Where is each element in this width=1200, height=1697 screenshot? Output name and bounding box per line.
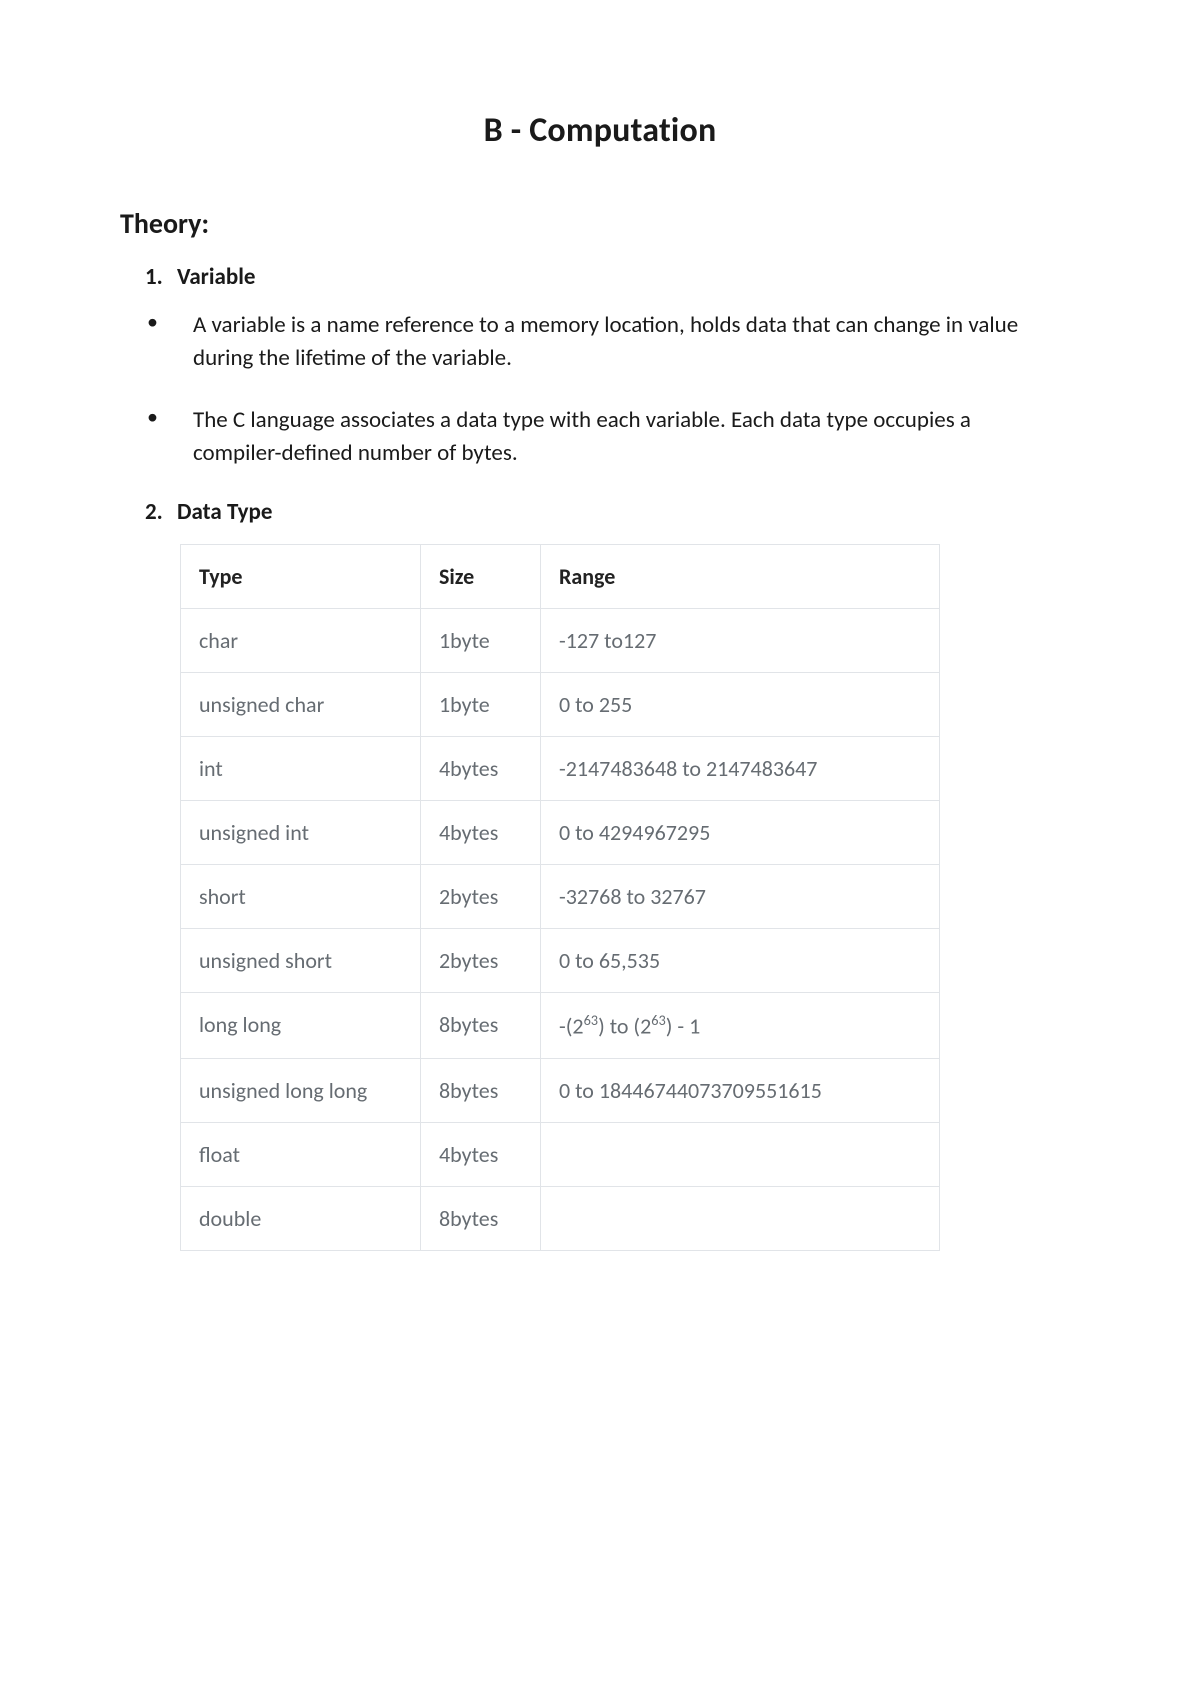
table-header-row: Type Size Range [181,545,940,609]
cell-range [541,1122,940,1186]
cell-type: float [181,1122,421,1186]
table-row: unsigned char1byte0 to 255 [181,673,940,737]
table-row: char1byte-127 to127 [181,609,940,673]
header-type: Type [181,545,421,609]
cell-type: unsigned int [181,801,421,865]
bullet-icon: • [145,309,193,335]
data-type-table-wrap: Type Size Range char1byte-127 to127unsig… [180,544,940,1250]
item-number: 2. [145,498,177,526]
cell-range: 0 to 65,535 [541,929,940,993]
cell-type: char [181,609,421,673]
cell-size: 8bytes [421,1058,541,1122]
cell-size: 4bytes [421,737,541,801]
table-row: unsigned short2bytes0 to 65,535 [181,929,940,993]
bullet-text: The C language associates a data type wi… [193,404,1080,471]
cell-type: long long [181,993,421,1058]
cell-size: 4bytes [421,1122,541,1186]
cell-type: int [181,737,421,801]
item-number: 1. [145,263,177,291]
item-label: Variable [177,263,255,291]
table-row: unsigned long long8bytes0 to 18446744073… [181,1058,940,1122]
cell-size: 2bytes [421,865,541,929]
cell-type: double [181,1186,421,1250]
table-row: double8bytes [181,1186,940,1250]
cell-range: -32768 to 32767 [541,865,940,929]
bullet-text: A variable is a name reference to a memo… [193,309,1080,376]
cell-range: 0 to 18446744073709551615 [541,1058,940,1122]
table-row: long long8bytes-(263) to (263) - 1 [181,993,940,1058]
section-heading: Theory: [120,206,1080,241]
bullet-2: • The C language associates a data type … [145,404,1080,471]
bullet-1: • A variable is a name reference to a me… [145,309,1080,376]
header-range: Range [541,545,940,609]
table-row: unsigned int4bytes0 to 4294967295 [181,801,940,865]
cell-range: -(263) to (263) - 1 [541,993,940,1058]
data-type-table: Type Size Range char1byte-127 to127unsig… [180,544,940,1250]
theory-item-1: 1. Variable [145,263,1080,291]
cell-range: -2147483648 to 2147483647 [541,737,940,801]
cell-size: 8bytes [421,993,541,1058]
cell-type: unsigned char [181,673,421,737]
cell-range: 0 to 255 [541,673,940,737]
bullet-icon: • [145,404,193,430]
theory-item-2: 2. Data Type [145,498,1080,526]
cell-range: 0 to 4294967295 [541,801,940,865]
table-row: float4bytes [181,1122,940,1186]
cell-type: unsigned short [181,929,421,993]
cell-type: unsigned long long [181,1058,421,1122]
cell-size: 1byte [421,673,541,737]
page-title: B - Computation [120,110,1080,151]
cell-size: 1byte [421,609,541,673]
cell-size: 4bytes [421,801,541,865]
cell-range [541,1186,940,1250]
item-label: Data Type [177,498,272,526]
table-row: short2bytes-32768 to 32767 [181,865,940,929]
cell-type: short [181,865,421,929]
cell-size: 2bytes [421,929,541,993]
header-size: Size [421,545,541,609]
cell-range: -127 to127 [541,609,940,673]
cell-size: 8bytes [421,1186,541,1250]
table-row: int4bytes-2147483648 to 2147483647 [181,737,940,801]
